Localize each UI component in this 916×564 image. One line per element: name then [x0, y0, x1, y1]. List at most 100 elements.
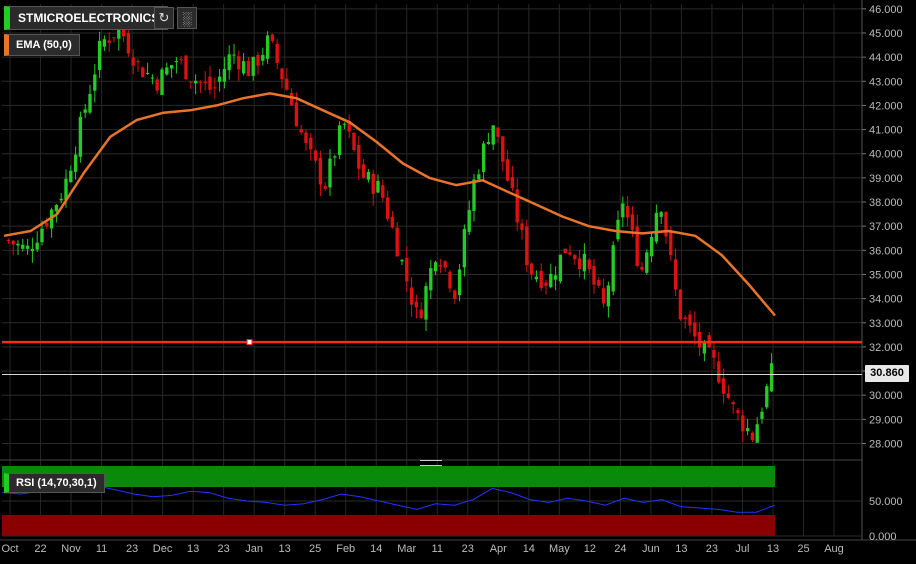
candle-body — [294, 102, 299, 127]
candle-body — [534, 276, 539, 280]
candle-body — [256, 54, 260, 66]
x-tick-label: 23 — [706, 543, 718, 555]
candle-body — [246, 60, 251, 77]
candle-body — [40, 228, 44, 243]
candle-body — [520, 223, 524, 231]
candle-body — [328, 158, 332, 188]
candle-body — [251, 56, 255, 76]
candle-body — [275, 43, 279, 63]
candle-body — [304, 132, 308, 144]
candle-body — [232, 54, 236, 56]
candle-body — [457, 269, 462, 296]
x-tick-label: 11 — [432, 543, 443, 555]
candle-body — [616, 219, 620, 240]
candle-body — [563, 248, 567, 254]
candle-body — [102, 39, 107, 47]
y-tick-label: 33.000 — [869, 318, 903, 330]
pane-splitter-handle[interactable] — [420, 460, 442, 466]
candle-body — [505, 159, 510, 181]
chart-settings-icon[interactable]: ░ — [177, 7, 197, 29]
candle-body — [395, 227, 399, 257]
candle-body — [390, 216, 395, 228]
candle-body — [688, 314, 692, 326]
level-line-handle — [246, 339, 253, 346]
candle-body — [289, 92, 294, 106]
candle-body — [649, 236, 654, 257]
rsi-y-tick-label: 0.000 — [869, 531, 897, 543]
candle-body — [414, 301, 419, 308]
x-tick-label: Nov — [61, 543, 81, 555]
candle-body — [611, 245, 615, 292]
rsi-y-tick-label: 50.000 — [869, 496, 903, 508]
x-tick-label: 23 — [126, 543, 138, 555]
candle-body — [270, 34, 275, 41]
candle-body — [419, 309, 423, 319]
candle-body — [35, 242, 39, 250]
candle-body — [678, 289, 683, 320]
candle-body — [726, 393, 731, 399]
x-tick-label: 22 — [34, 543, 46, 555]
candle-body — [198, 81, 203, 83]
last-price-badge: 30.860 — [865, 365, 909, 382]
candle-body — [193, 80, 198, 84]
candle-body — [30, 248, 35, 252]
chart-canvas[interactable]: 28.00029.00030.00031.00032.00033.00034.0… — [0, 0, 916, 564]
y-tick-label: 43.000 — [869, 76, 903, 88]
rsi-indicator-label[interactable]: RSI (14,70,30,1) — [4, 473, 105, 493]
y-tick-label: 37.000 — [869, 221, 903, 233]
candle-body — [549, 273, 553, 288]
y-tick-label: 39.000 — [869, 173, 903, 185]
candle-body — [741, 415, 745, 432]
candle-body — [25, 245, 30, 249]
candle-body — [155, 79, 159, 91]
candle-body — [573, 255, 577, 260]
y-tick-label: 45.000 — [869, 28, 903, 40]
candle-body — [385, 197, 390, 219]
candle-body — [93, 74, 97, 91]
refresh-icon[interactable]: ↻ — [154, 7, 174, 29]
x-tick-label: 24 — [614, 543, 626, 555]
rsi-overbought-zone — [2, 466, 775, 487]
candle-body — [654, 212, 659, 242]
x-tick-label: May — [549, 543, 570, 555]
candle-body — [625, 205, 630, 218]
candle-body — [717, 361, 721, 383]
candle-body — [323, 186, 327, 189]
symbol-label[interactable]: STMICROELECTRONICS — [4, 6, 169, 30]
candle-body — [371, 173, 375, 194]
candle-body — [712, 350, 716, 358]
candle-body — [568, 252, 572, 255]
y-tick-label: 30.000 — [869, 390, 903, 402]
candle-body — [577, 258, 582, 269]
x-tick-label: 13 — [279, 543, 291, 555]
candle-body — [582, 253, 587, 272]
candle-body — [217, 76, 222, 82]
x-tick-label: 13 — [187, 543, 199, 555]
candle-body — [285, 78, 289, 90]
candle-body — [136, 61, 140, 63]
candle-body — [481, 143, 486, 172]
x-tick-label: 14 — [370, 543, 382, 555]
candle-body — [697, 331, 702, 348]
candle-body — [261, 54, 265, 61]
x-tick-label: Feb — [336, 543, 355, 555]
candle-body — [126, 32, 131, 54]
x-tick-label: 14 — [523, 543, 535, 555]
x-tick-label: Mar — [397, 543, 416, 555]
y-tick-label: 28.000 — [869, 439, 903, 451]
x-tick-label: Oct — [1, 543, 18, 555]
y-tick-label: 40.000 — [869, 149, 903, 161]
candle-body — [433, 262, 438, 272]
candle-body — [750, 432, 755, 441]
candle-body — [59, 198, 63, 201]
y-tick-label: 46.000 — [869, 4, 903, 16]
candle-body — [112, 37, 116, 39]
x-tick-label: 23 — [462, 543, 474, 555]
candle-body — [606, 285, 611, 307]
ema-indicator-label[interactable]: EMA (50,0) — [4, 34, 80, 56]
candle-body — [601, 288, 606, 304]
rsi-oversold-zone — [2, 515, 775, 536]
candle-body — [496, 127, 500, 137]
candle-body — [592, 265, 596, 285]
candle-body — [755, 424, 759, 443]
